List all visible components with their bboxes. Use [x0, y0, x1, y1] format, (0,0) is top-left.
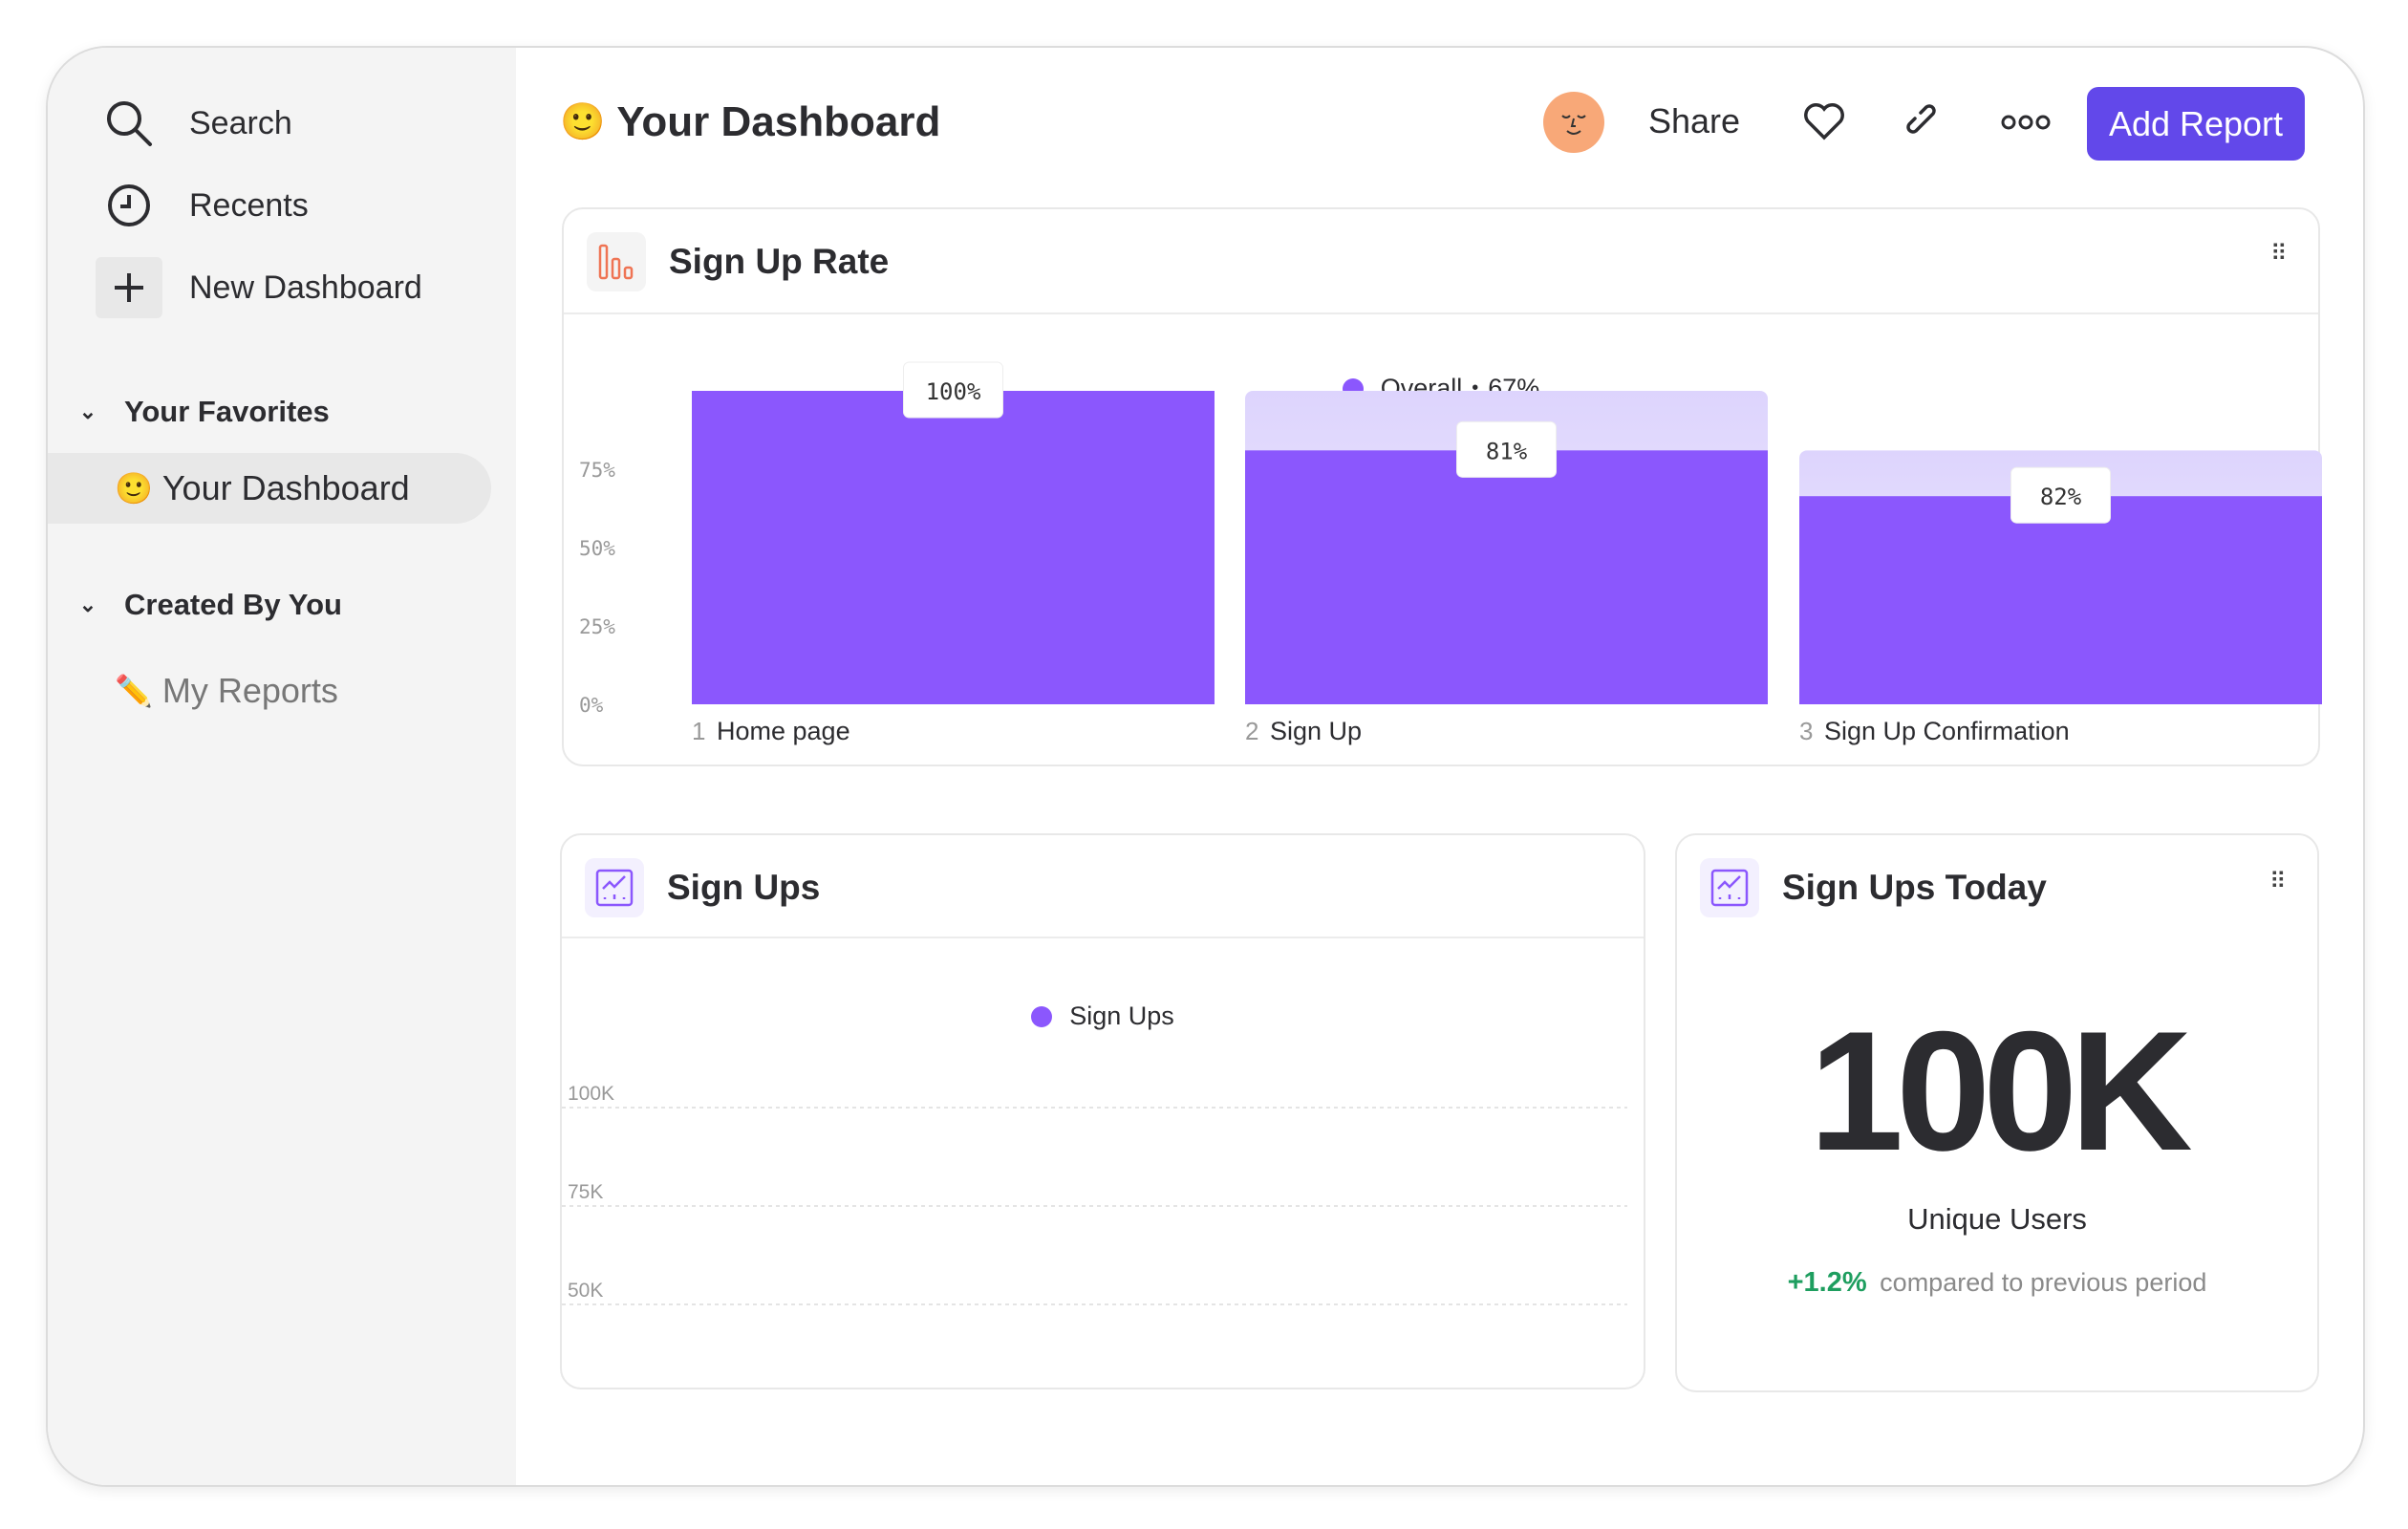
- y-tick-label: 0%: [579, 694, 604, 717]
- app-window: Search Recents New Dashboard ⌄ Your Favo…: [46, 46, 2365, 1487]
- sign-ups-today-card: Sign Ups Today ⠿ 100K Unique Users +1.2%…: [1675, 833, 2319, 1392]
- y-tick-label: 75%: [579, 459, 615, 482]
- section-created-by-you[interactable]: ⌄ Created By You: [67, 588, 342, 622]
- add-report-button[interactable]: Add Report: [2087, 87, 2305, 161]
- sidebar-recents-label: Recents: [189, 186, 309, 224]
- chevron-down-icon: ⌄: [78, 592, 97, 616]
- chevron-down-icon: ⌄: [78, 399, 97, 423]
- step-number: 3: [1799, 717, 1813, 745]
- sidebar: Search Recents New Dashboard ⌄ Your Favo…: [48, 48, 516, 1485]
- sidebar-new-dashboard-label: New Dashboard: [189, 269, 422, 306]
- drag-handle-icon[interactable]: ⠿: [2269, 871, 2287, 894]
- page-title-row: 🙂 Your Dashboard: [560, 94, 940, 151]
- avatar[interactable]: [1543, 92, 1604, 153]
- sidebar-item-my-reports[interactable]: ✏️ My Reports: [115, 656, 338, 726]
- pencil-icon: ✏️: [115, 674, 153, 708]
- sign-up-rate-card: Sign Up Rate ⠿ Overall • 67% 0% 25% 50% 75%…: [562, 207, 2322, 766]
- kpi-change: +1.2% compared to previous period: [1677, 1267, 2317, 1299]
- kpi-change-value: +1.2%: [1787, 1267, 1867, 1298]
- more-icon[interactable]: [2001, 113, 2051, 137]
- step-number: 1: [692, 717, 705, 745]
- sign-ups-card: Sign Ups Sign Ups 50K 75K 100K: [560, 833, 1645, 1389]
- line-chart: 50K 75K 100K: [562, 1083, 1627, 1305]
- smiley-icon: 🙂: [560, 102, 606, 142]
- category-label: Sign Up: [1270, 717, 1362, 745]
- section-label: Your Favorites: [124, 395, 330, 428]
- sidebar-item-your-dashboard[interactable]: 🙂 Your Dashboard: [48, 453, 491, 524]
- plus-icon: [96, 257, 162, 318]
- card-header: Sign Ups Today: [1700, 858, 2047, 917]
- y-tick-label: 75K: [568, 1181, 603, 1203]
- kpi-label: Unique Users: [1907, 1202, 2087, 1236]
- sidebar-recents[interactable]: Recents: [96, 172, 309, 239]
- sidebar-search[interactable]: Search: [96, 90, 292, 157]
- line-chart-icon: [1700, 858, 1759, 917]
- sidebar-search-label: Search: [189, 104, 292, 141]
- kpi-change-text: compared to previous period: [1880, 1268, 2207, 1297]
- category-label: Home page: [717, 717, 850, 745]
- bar: [692, 391, 1215, 704]
- bar: [1799, 496, 2322, 704]
- search-icon: [96, 93, 162, 154]
- sidebar-item-label: Your Dashboard: [161, 468, 410, 507]
- clock-icon: [96, 175, 162, 236]
- card-title: Sign Ups Today: [1782, 868, 2047, 907]
- data-label: 100%: [926, 378, 981, 405]
- sidebar-item-label: My Reports: [161, 671, 338, 710]
- kpi-value: 100K: [1809, 996, 2193, 1186]
- heart-icon[interactable]: [1802, 101, 1846, 146]
- data-label: 81%: [1486, 438, 1528, 464]
- sidebar-new-dashboard[interactable]: New Dashboard: [96, 254, 422, 321]
- y-tick-label: 50%: [579, 537, 615, 560]
- section-your-favorites[interactable]: ⌄ Your Favorites: [67, 395, 330, 429]
- step-number: 2: [1245, 717, 1258, 745]
- share-button[interactable]: Share: [1648, 101, 1740, 141]
- y-tick-label: 25%: [579, 615, 615, 638]
- data-label: 82%: [2040, 484, 2082, 510]
- smiley-icon: 🙂: [115, 471, 153, 506]
- funnel-chart: 0% 25% 50% 75% 100% 1 Home page 81% 2 Sign Up 82% 3…: [579, 361, 2322, 745]
- bar: [1245, 450, 1768, 704]
- category-label: Sign Up Confirmation: [1824, 717, 2070, 745]
- section-label: Created By You: [124, 588, 342, 621]
- y-tick-label: 100K: [568, 1083, 614, 1105]
- page-title: Your Dashboard: [616, 98, 941, 145]
- y-tick-label: 50K: [568, 1280, 603, 1302]
- link-icon[interactable]: [1905, 103, 1944, 146]
